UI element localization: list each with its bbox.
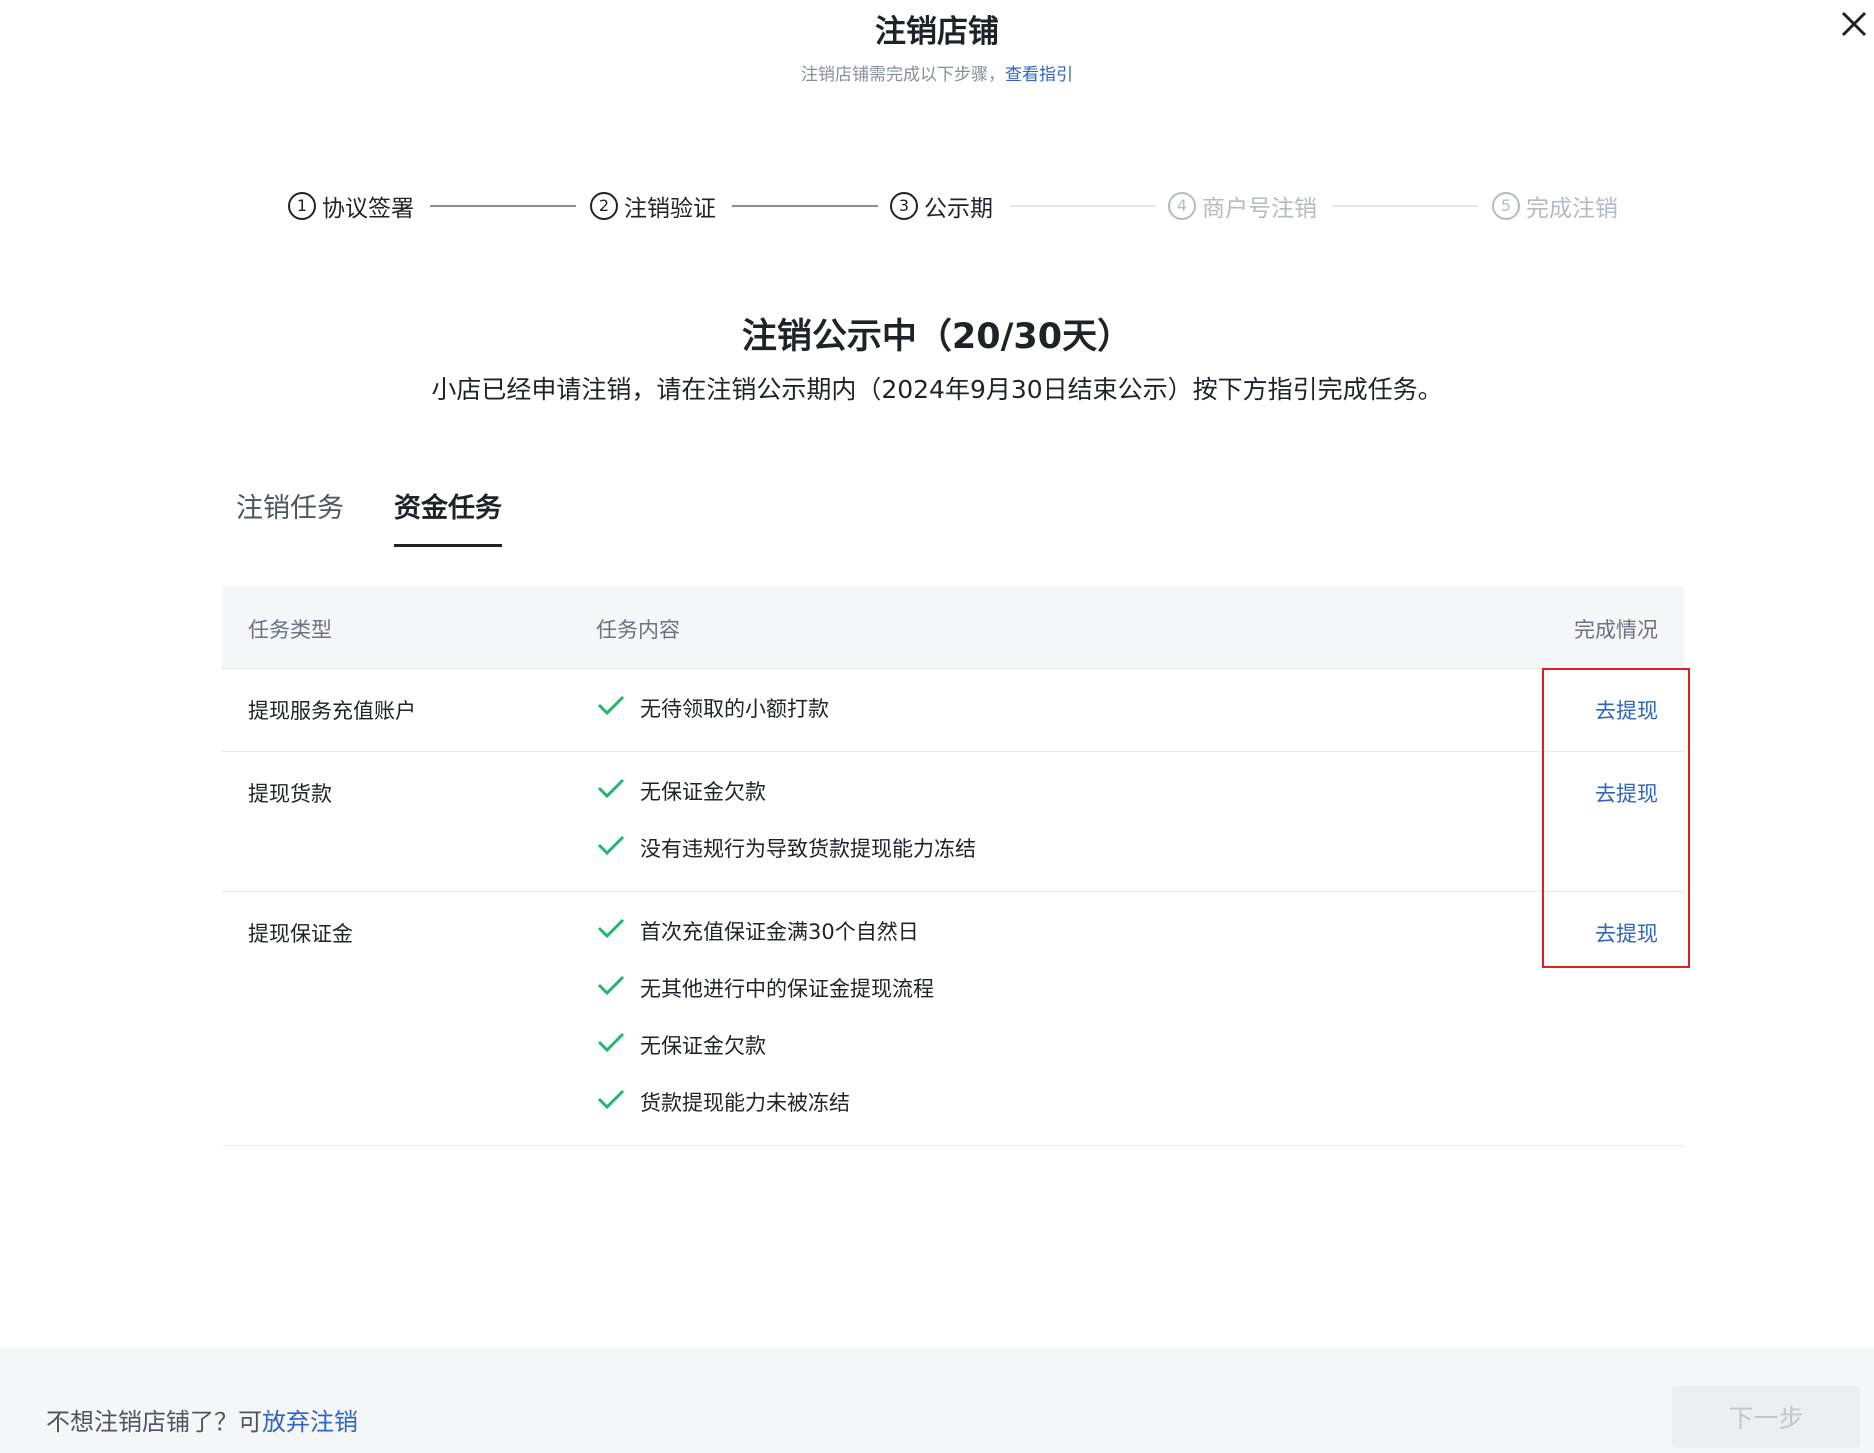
step-number: 3 xyxy=(890,192,918,220)
item-text: 没有违规行为导致货款提现能力冻结 xyxy=(640,837,976,861)
task-type: 提现保证金 xyxy=(248,922,353,946)
step-connector xyxy=(732,205,878,207)
check-icon xyxy=(597,835,625,856)
step-agreement: 1 协议签署 xyxy=(288,186,414,226)
item-text: 首次充值保证金满30个自然日 xyxy=(640,920,919,944)
close-button[interactable] xyxy=(1838,8,1874,48)
list-item: 无待领取的小额打款 xyxy=(596,693,1684,750)
step-complete: 5 完成注销 xyxy=(1492,186,1618,226)
step-connector xyxy=(1332,205,1478,207)
subtitle-text: 注销店铺需完成以下步骤， xyxy=(801,65,1005,85)
task-items: 无待领取的小额打款 xyxy=(596,669,1684,750)
list-item: 首次充值保证金满30个自然日 xyxy=(596,916,1684,973)
list-item: 没有违规行为导致货款提现能力冻结 xyxy=(596,833,1684,890)
item-text: 无保证金欠款 xyxy=(640,780,766,804)
status-title: 注销公示中（20/30天） xyxy=(741,317,1133,357)
check-icon xyxy=(597,975,625,996)
check-icon xyxy=(597,1032,625,1053)
step-number: 4 xyxy=(1168,192,1196,220)
task-items: 无保证金欠款 没有违规行为导致货款提现能力冻结 xyxy=(596,752,1684,890)
progress-steps: 1 协议签署 2 注销验证 3 公示期 4 商户号注销 5 完成注销 xyxy=(280,186,1620,226)
status-description: 小店已经申请注销，请在注销公示期内（2024年9月30日结束公示）按下方指引完成… xyxy=(431,375,1443,404)
fund-task-table: 任务类型 任务内容 完成情况 提现服务充值账户 无待领取的小额打款 去提现 提现… xyxy=(222,586,1684,1146)
close-icon xyxy=(1841,11,1867,37)
step-label: 公示期 xyxy=(924,196,993,222)
modal-subtitle: 注销店铺需完成以下步骤，查看指引 xyxy=(0,60,1874,85)
step-verification: 2 注销验证 xyxy=(590,186,716,226)
check-icon xyxy=(597,918,625,939)
list-item: 无保证金欠款 xyxy=(596,1030,1684,1087)
step-label: 协议签署 xyxy=(322,196,414,222)
step-number: 5 xyxy=(1492,192,1520,220)
header-task-content: 任务内容 xyxy=(596,618,680,642)
table-row: 提现货款 无保证金欠款 没有违规行为导致货款提现能力冻结 去提现 xyxy=(222,752,1684,892)
abandon-cancel-link[interactable]: 放弃注销 xyxy=(262,1408,358,1436)
table-row: 提现服务充值账户 无待领取的小额打款 去提现 xyxy=(222,669,1684,752)
step-connector xyxy=(430,205,576,207)
step-label: 商户号注销 xyxy=(1202,196,1317,222)
check-icon xyxy=(597,1089,625,1110)
step-label: 完成注销 xyxy=(1526,196,1618,222)
footer-prompt: 不想注销店铺了？可放弃注销 xyxy=(46,1402,358,1437)
highlight-annotation xyxy=(1542,668,1690,968)
step-number: 1 xyxy=(288,192,316,220)
modal-title: 注销店铺 xyxy=(875,14,999,50)
step-number: 2 xyxy=(590,192,618,220)
list-item: 无保证金欠款 xyxy=(596,776,1684,833)
check-icon xyxy=(597,695,625,716)
tab-cancel-tasks[interactable]: 注销任务 xyxy=(236,486,344,525)
table-header: 任务类型 任务内容 完成情况 xyxy=(222,586,1684,669)
task-type: 提现服务充值账户 xyxy=(248,699,416,723)
item-text: 无待领取的小额打款 xyxy=(640,697,829,721)
tab-fund-tasks[interactable]: 资金任务 xyxy=(394,486,502,547)
item-text: 无保证金欠款 xyxy=(640,1034,766,1058)
step-connector xyxy=(1010,205,1156,207)
item-text: 无其他进行中的保证金提现流程 xyxy=(640,977,934,1001)
view-guide-link[interactable]: 查看指引 xyxy=(1005,65,1073,85)
task-type: 提现货款 xyxy=(248,782,332,806)
table-row: 提现保证金 首次充值保证金满30个自然日 无其他进行中的保证金提现流程 无保证金… xyxy=(222,892,1684,1146)
step-publicity: 3 公示期 xyxy=(890,186,993,226)
list-item: 无其他进行中的保证金提现流程 xyxy=(596,973,1684,1030)
footer-prompt-text: 不想注销店铺了？可 xyxy=(46,1408,262,1436)
task-items: 首次充值保证金满30个自然日 无其他进行中的保证金提现流程 无保证金欠款 货款提… xyxy=(596,892,1684,1144)
header-completion: 完成情况 xyxy=(1574,618,1658,642)
modal-footer: 不想注销店铺了？可放弃注销 下一步 xyxy=(0,1348,1874,1453)
step-label: 注销验证 xyxy=(624,196,716,222)
list-item: 货款提现能力未被冻结 xyxy=(596,1087,1684,1144)
step-merchant-cancel: 4 商户号注销 xyxy=(1168,186,1317,226)
header-task-type: 任务类型 xyxy=(248,618,332,642)
close-store-modal: 注销店铺 注销店铺需完成以下步骤，查看指引 1 协议签署 2 注销验证 3 公示期 4… xyxy=(0,0,1874,1453)
item-text: 货款提现能力未被冻结 xyxy=(640,1091,850,1115)
next-step-button[interactable]: 下一步 xyxy=(1672,1386,1860,1448)
check-icon xyxy=(597,778,625,799)
